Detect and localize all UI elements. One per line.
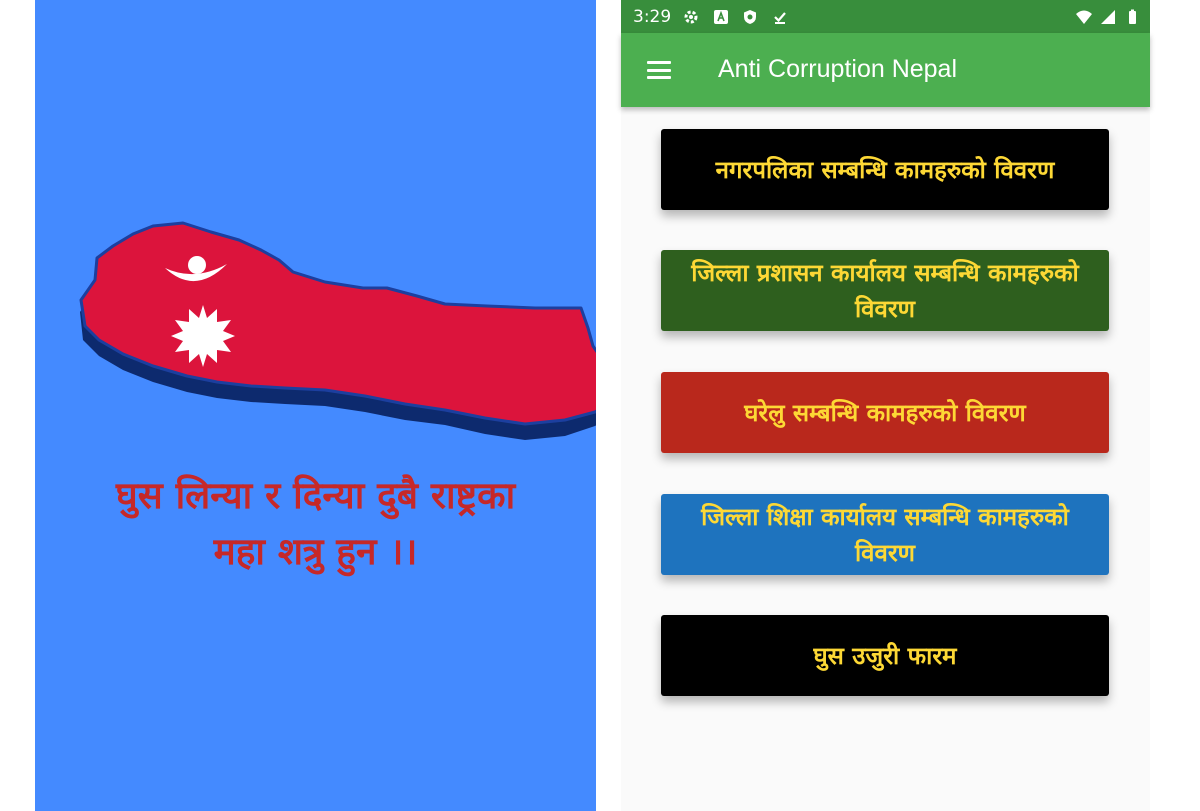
download-done-icon — [774, 12, 786, 24]
bribe-complaint-form-button[interactable]: घुस उजुरी फारम — [661, 615, 1109, 696]
status-bar: 3:29 — [621, 0, 1150, 33]
municipality-works-button[interactable]: नगरपलिका सम्बन्धि कामहरुको विवरण — [661, 129, 1109, 210]
button-label: नगरपलिका सम्बन्धि कामहरुको विवरण — [715, 155, 1055, 184]
wifi-icon — [1076, 10, 1092, 24]
signal-icon — [1101, 10, 1115, 24]
button-label: घरेलु सम्बन्धि कामहरुको विवरण — [744, 398, 1026, 427]
settings-icon — [684, 10, 698, 24]
splash-screen: घुस लिन्या र दिन्या दुबै राष्ट्रका महा श… — [35, 0, 596, 811]
nepal-flag-map-image — [79, 221, 596, 440]
button-label: जिल्ला प्रशासन कार्यालय सम्बन्धि कामहरुक… — [691, 258, 1079, 323]
slogan-line-1: घुस लिन्या र दिन्या दुबै राष्ट्रका — [115, 474, 516, 517]
button-label: जिल्ला शिक्षा कार्यालय सम्बन्धि कामहरुको… — [701, 502, 1069, 567]
battery-icon — [1129, 9, 1136, 24]
slogan-line-2: महा शत्रु हुन ।। — [213, 530, 418, 573]
app-screen: 3:29 Anti Corruption Nepal नगरपलिका सम्ब… — [621, 0, 1150, 811]
district-administration-works-button[interactable]: जिल्ला प्रशासन कार्यालय सम्बन्धि कामहरुक… — [661, 250, 1109, 331]
a-box-icon — [714, 10, 728, 24]
app-title: Anti Corruption Nepal — [718, 55, 958, 83]
shield-icon — [744, 10, 756, 24]
hamburger-menu-icon[interactable] — [647, 61, 671, 79]
district-education-works-button[interactable]: जिल्ला शिक्षा कार्यालय सम्बन्धि कामहरुको… — [661, 494, 1109, 575]
domestic-works-button[interactable]: घरेलु सम्बन्धि कामहरुको विवरण — [661, 372, 1109, 453]
app-bar: Anti Corruption Nepal — [621, 33, 1150, 107]
button-label: घुस उजुरी फारम — [813, 641, 957, 670]
status-time: 3:29 — [633, 7, 672, 27]
